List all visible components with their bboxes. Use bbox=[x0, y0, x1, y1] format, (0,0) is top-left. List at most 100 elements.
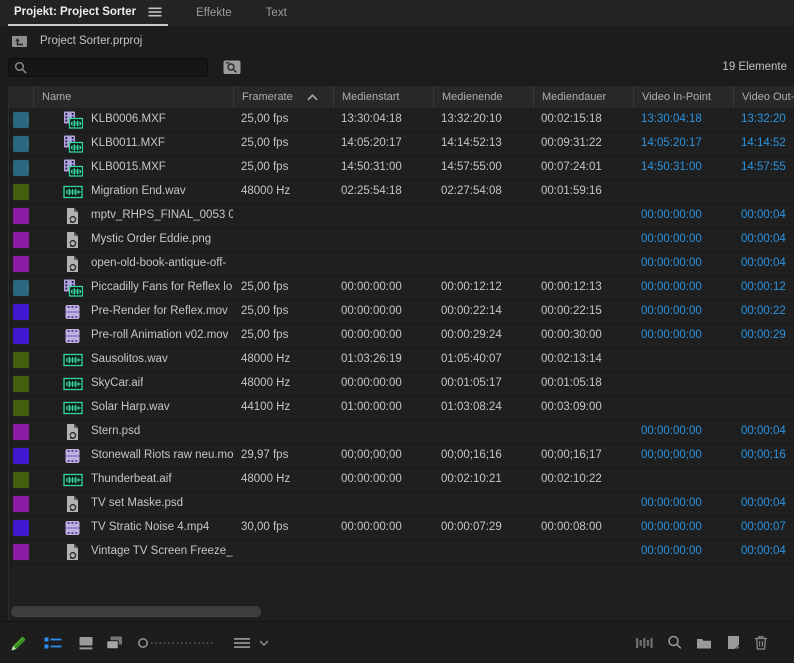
media-start-cell[interactable]: 01:00:00:00 bbox=[333, 396, 433, 419]
media-duration-cell[interactable]: 00:02:15:18 bbox=[533, 108, 633, 131]
table-row[interactable]: SkyCar.aif48000 Hz00:00:00:0000:01:05:17… bbox=[9, 372, 794, 396]
media-start-cell[interactable]: 00:00:00:00 bbox=[333, 300, 433, 323]
video-in-point-cell[interactable]: 00:00:00:00 bbox=[633, 228, 733, 251]
table-row[interactable]: Stonewall Riots raw neu.mo29,97 fps 00;00… bbox=[9, 444, 794, 468]
clip-name[interactable]: Pre-Render for Reflex.mov bbox=[91, 300, 228, 323]
video-out-point-cell[interactable]: 00:00:04 bbox=[733, 228, 794, 251]
framerate-cell[interactable]: 25,00 fps bbox=[233, 156, 333, 179]
framerate-cell[interactable]: 48000 Hz bbox=[233, 180, 333, 203]
media-duration-cell[interactable] bbox=[533, 540, 633, 563]
video-in-point-cell[interactable]: 00:00:00:00 bbox=[633, 324, 733, 347]
column-header-framerate[interactable]: Framerate bbox=[233, 86, 333, 108]
clip-name[interactable]: Migration End.wav bbox=[91, 180, 186, 203]
clip-name[interactable]: Stonewall Riots raw neu.mo bbox=[91, 444, 233, 467]
media-end-cell[interactable]: 14:14:52:13 bbox=[433, 132, 533, 155]
video-in-point-cell[interactable]: 14:05:20:17 bbox=[633, 132, 733, 155]
column-header-name[interactable]: Name bbox=[33, 86, 233, 108]
framerate-cell[interactable]: 25,00 fps bbox=[233, 132, 333, 155]
label-color-chip[interactable] bbox=[13, 448, 29, 464]
table-row[interactable]: TV set Maske.psd00:00:00:0000:00:04 bbox=[9, 492, 794, 516]
label-color-chip[interactable] bbox=[13, 520, 29, 536]
media-duration-cell[interactable] bbox=[533, 492, 633, 515]
video-in-point-cell[interactable]: 13:30:04:18 bbox=[633, 108, 733, 131]
column-header-label[interactable] bbox=[9, 86, 33, 108]
project-file-name[interactable]: Project Sorter.prproj bbox=[40, 35, 142, 47]
media-duration-cell[interactable]: 00:00:08:00 bbox=[533, 516, 633, 539]
table-row[interactable]: mptv_RHPS_FINAL_0053 000:00:00:0000:00:0… bbox=[9, 204, 794, 228]
table-row[interactable]: Sausolitos.wav48000 Hz01:03:26:1901:05:4… bbox=[9, 348, 794, 372]
media-end-cell[interactable]: 00:01:05:17 bbox=[433, 372, 533, 395]
column-header-mediendauer[interactable]: Mediendauer bbox=[533, 86, 633, 108]
media-duration-cell[interactable]: 00:07:24:01 bbox=[533, 156, 633, 179]
label-color-chip[interactable] bbox=[13, 112, 29, 128]
label-color-chip[interactable] bbox=[13, 472, 29, 488]
framerate-cell[interactable] bbox=[233, 228, 333, 251]
video-in-point-cell[interactable]: 00:00:00:00 bbox=[633, 492, 733, 515]
clip-name[interactable]: Pre-roll Animation v02.mov bbox=[91, 324, 228, 347]
horizontal-scrollbar-thumb[interactable] bbox=[11, 606, 261, 617]
video-out-point-cell[interactable]: 13:32:20 bbox=[733, 108, 794, 131]
label-color-chip[interactable] bbox=[13, 160, 29, 176]
clip-name[interactable]: mptv_RHPS_FINAL_0053 0 bbox=[91, 204, 233, 227]
video-out-point-cell[interactable] bbox=[733, 348, 794, 371]
column-header-video-out-point[interactable]: Video Out-Point bbox=[733, 86, 794, 108]
tab-effects[interactable]: Effekte bbox=[190, 0, 238, 26]
media-start-cell[interactable] bbox=[333, 492, 433, 515]
media-duration-cell[interactable]: 00;00;16;17 bbox=[533, 444, 633, 467]
media-duration-cell[interactable]: 00:00:30:00 bbox=[533, 324, 633, 347]
label-color-chip[interactable] bbox=[13, 184, 29, 200]
table-row[interactable]: Stern.psd00:00:00:0000:00:04 bbox=[9, 420, 794, 444]
media-start-cell[interactable]: 02:25:54:18 bbox=[333, 180, 433, 203]
video-out-point-cell[interactable] bbox=[733, 180, 794, 203]
clip-name[interactable]: KLB0011.MXF bbox=[91, 132, 165, 155]
framerate-cell[interactable]: 48000 Hz bbox=[233, 468, 333, 491]
table-row[interactable]: Vintage TV Screen Freeze_900:00:00:0000:… bbox=[9, 540, 794, 564]
column-header-medienende[interactable]: Medienende bbox=[433, 86, 533, 108]
framerate-cell[interactable] bbox=[233, 420, 333, 443]
video-out-point-cell[interactable]: 00:00:04 bbox=[733, 540, 794, 563]
video-in-point-cell[interactable] bbox=[633, 396, 733, 419]
video-out-point-cell[interactable]: 00:00:12 bbox=[733, 276, 794, 299]
table-row[interactable]: Solar Harp.wav44100 Hz01:00:00:0001:03:0… bbox=[9, 396, 794, 420]
framerate-cell[interactable]: 48000 Hz bbox=[233, 372, 333, 395]
media-duration-cell[interactable]: 00:02:10:22 bbox=[533, 468, 633, 491]
framerate-cell[interactable]: 25,00 fps bbox=[233, 300, 333, 323]
media-end-cell[interactable] bbox=[433, 228, 533, 251]
media-start-cell[interactable]: 00:00:00:00 bbox=[333, 468, 433, 491]
project-writable-pencil-icon[interactable] bbox=[10, 634, 28, 652]
framerate-cell[interactable]: 29,97 fps bbox=[233, 444, 333, 467]
video-in-point-cell[interactable] bbox=[633, 348, 733, 371]
video-in-point-cell[interactable]: 00:00:00:00 bbox=[633, 252, 733, 275]
media-end-cell[interactable] bbox=[433, 420, 533, 443]
media-end-cell[interactable] bbox=[433, 492, 533, 515]
search-input[interactable] bbox=[8, 58, 208, 77]
clip-name[interactable]: KLB0015.MXF bbox=[91, 156, 166, 179]
sort-options-icon[interactable] bbox=[233, 637, 251, 649]
media-end-cell[interactable]: 00:00:29:24 bbox=[433, 324, 533, 347]
table-row[interactable]: KLB0015.MXF25,00 fps14:50:31:0014:57:55:… bbox=[9, 156, 794, 180]
find-icon[interactable] bbox=[667, 635, 682, 650]
label-color-chip[interactable] bbox=[13, 208, 29, 224]
label-color-chip[interactable] bbox=[13, 280, 29, 296]
framerate-cell[interactable] bbox=[233, 204, 333, 227]
delete-icon[interactable] bbox=[754, 635, 768, 650]
video-in-point-cell[interactable]: 00:00:00:00 bbox=[633, 204, 733, 227]
label-color-chip[interactable] bbox=[13, 376, 29, 392]
clip-name[interactable]: Piccadilly Fans for Reflex lon bbox=[91, 276, 233, 299]
media-duration-cell[interactable]: 00:01:05:18 bbox=[533, 372, 633, 395]
video-out-point-cell[interactable]: 00:00:07 bbox=[733, 516, 794, 539]
media-end-cell[interactable]: 00:00:22:14 bbox=[433, 300, 533, 323]
zoom-slider-knob[interactable] bbox=[139, 638, 147, 646]
media-duration-cell[interactable] bbox=[533, 420, 633, 443]
media-end-cell[interactable]: 00:00:12:12 bbox=[433, 276, 533, 299]
column-header-medienstart[interactable]: Medienstart bbox=[333, 86, 433, 108]
framerate-cell[interactable]: 25,00 fps bbox=[233, 324, 333, 347]
video-out-point-cell[interactable] bbox=[733, 468, 794, 491]
media-end-cell[interactable]: 14:57:55:00 bbox=[433, 156, 533, 179]
clip-name[interactable]: Vintage TV Screen Freeze_9 bbox=[91, 540, 233, 563]
media-start-cell[interactable] bbox=[333, 540, 433, 563]
clip-name[interactable]: Stern.psd bbox=[91, 420, 140, 443]
freeform-view-button-icon[interactable] bbox=[106, 636, 123, 650]
media-duration-cell[interactable]: 00:03:09:00 bbox=[533, 396, 633, 419]
video-in-point-cell[interactable]: 00;00;00;00 bbox=[633, 444, 733, 467]
